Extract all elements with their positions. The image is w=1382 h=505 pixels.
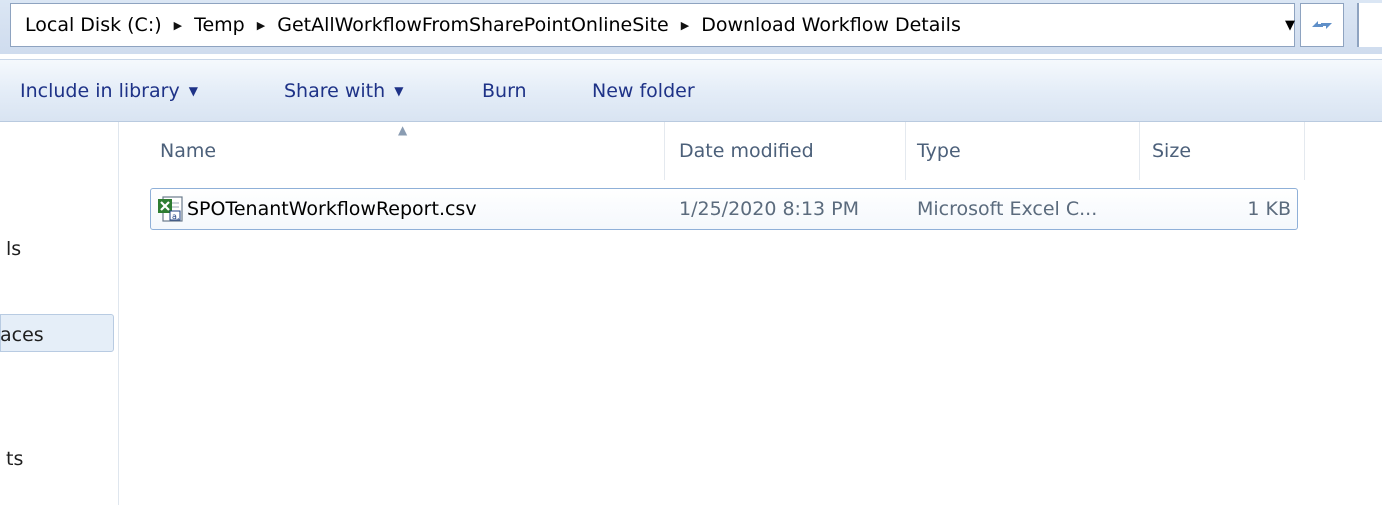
navigation-pane: ls aces ts: [0, 122, 119, 505]
breadcrumb: Local Disk (C:) ▶ Temp ▶ GetAllWorkflowF…: [25, 4, 961, 46]
share-with-label: Share with: [284, 80, 386, 102]
breadcrumb-local-disk[interactable]: Local Disk (C:): [25, 14, 162, 36]
column-divider[interactable]: [664, 122, 665, 180]
chevron-right-icon[interactable]: ▶: [174, 19, 182, 32]
column-header-date-modified[interactable]: Date modified: [669, 122, 905, 180]
include-in-library-button[interactable]: Include in library ▼: [20, 60, 198, 122]
file-date-modified: 1/25/2020 8:13 PM: [679, 198, 860, 220]
burn-label: Burn: [482, 80, 527, 102]
column-size-label: Size: [1152, 140, 1192, 162]
nav-item-3[interactable]: ts: [6, 448, 23, 470]
nav-item-2[interactable]: aces: [0, 324, 44, 346]
column-divider[interactable]: [905, 122, 906, 180]
excel-csv-file-icon: a,: [158, 196, 183, 222]
new-folder-label: New folder: [592, 80, 695, 102]
refresh-icon: [1312, 21, 1332, 29]
chevron-down-icon: ▼: [188, 84, 198, 98]
burn-button[interactable]: Burn: [482, 60, 527, 122]
address-bar-area: Local Disk (C:) ▶ Temp ▶ GetAllWorkflowF…: [0, 0, 1382, 54]
refresh-button[interactable]: [1300, 3, 1344, 47]
sort-ascending-icon: ▲: [398, 123, 408, 137]
breadcrumb-getallworkflow[interactable]: GetAllWorkflowFromSharePointOnlineSite: [277, 14, 669, 36]
svg-text:a,: a,: [172, 212, 179, 221]
column-headers: Name Date modified Type Size: [118, 122, 1382, 180]
include-in-library-label: Include in library: [20, 80, 180, 102]
chevron-right-icon[interactable]: ▶: [681, 19, 689, 32]
column-type-label: Type: [917, 140, 961, 162]
file-type: Microsoft Excel C...: [917, 198, 1098, 220]
column-date-label: Date modified: [679, 140, 814, 162]
column-name-label: Name: [160, 140, 217, 162]
column-header-size[interactable]: Size: [1142, 122, 1304, 180]
table-row[interactable]: a, SPOTenantWorkflowReport.csv 1/25/2020…: [150, 188, 1298, 230]
breadcrumb-download-workflow-details[interactable]: Download Workflow Details: [701, 14, 961, 36]
address-bar[interactable]: Local Disk (C:) ▶ Temp ▶ GetAllWorkflowF…: [10, 3, 1295, 47]
command-bar: Include in library ▼ Share with ▼ Burn N…: [0, 59, 1382, 122]
chevron-right-icon[interactable]: ▶: [257, 19, 265, 32]
nav-item-1[interactable]: ls: [6, 238, 21, 260]
column-divider[interactable]: [1139, 122, 1140, 180]
chevron-down-icon: ▼: [394, 84, 404, 98]
column-header-type[interactable]: Type: [907, 122, 1139, 180]
new-folder-button[interactable]: New folder: [592, 60, 695, 122]
share-with-button[interactable]: Share with ▼: [284, 60, 403, 122]
breadcrumb-temp[interactable]: Temp: [194, 14, 245, 36]
file-name: SPOTenantWorkflowReport.csv: [187, 198, 477, 220]
search-box-edge[interactable]: [1357, 3, 1382, 47]
file-size: 1 KB: [1247, 198, 1291, 220]
column-divider[interactable]: [1304, 122, 1305, 180]
